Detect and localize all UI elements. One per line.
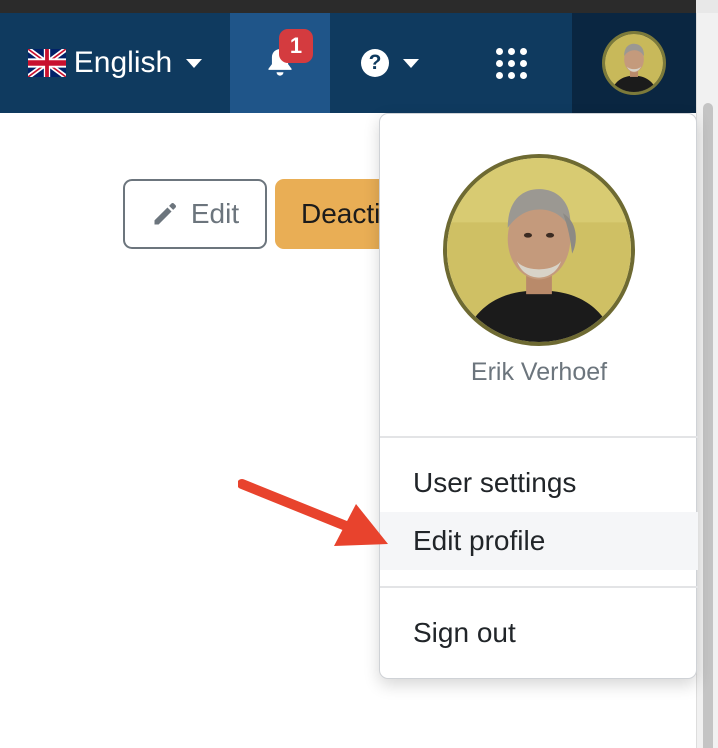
annotation-arrow-icon xyxy=(238,479,388,546)
chevron-down-icon xyxy=(403,58,419,68)
uk-flag-icon xyxy=(27,49,66,77)
language-dropdown[interactable]: English xyxy=(0,13,230,113)
user-dropdown-menu: Erik Verhoef User settings Edit profile … xyxy=(379,113,698,679)
apps-menu-button[interactable] xyxy=(450,13,572,113)
help-dropdown[interactable]: ? xyxy=(330,13,450,113)
menu-item-sign-out[interactable]: Sign out xyxy=(380,604,698,662)
chevron-down-icon xyxy=(186,58,203,68)
profile-name: Erik Verhoef xyxy=(470,358,608,386)
user-menu-toggle[interactable] xyxy=(572,13,696,113)
notification-count-badge: 1 xyxy=(279,29,313,63)
edit-button-label: Edit xyxy=(190,198,240,229)
page-scrollbar[interactable] xyxy=(696,13,718,748)
scrollbar-top xyxy=(696,0,718,13)
edit-button[interactable]: Edit xyxy=(123,179,267,249)
pencil-icon xyxy=(154,202,176,225)
question-circle-icon: ? xyxy=(361,49,389,77)
deactivate-button-label: Deacti xyxy=(301,198,381,229)
profile-avatar xyxy=(443,154,635,346)
language-label: English xyxy=(73,46,173,79)
menu-item-edit-profile[interactable]: Edit profile xyxy=(380,512,698,570)
scrollbar-thumb[interactable] xyxy=(703,103,713,748)
menu-divider xyxy=(380,436,698,438)
menu-divider xyxy=(380,586,698,588)
window-top-strip xyxy=(0,0,718,13)
top-navbar: English 1 ? xyxy=(0,13,718,113)
menu-item-user-settings[interactable]: User settings xyxy=(380,454,698,512)
grid-icon xyxy=(495,47,527,79)
avatar xyxy=(602,31,666,95)
notifications-button[interactable]: 1 xyxy=(230,13,330,113)
